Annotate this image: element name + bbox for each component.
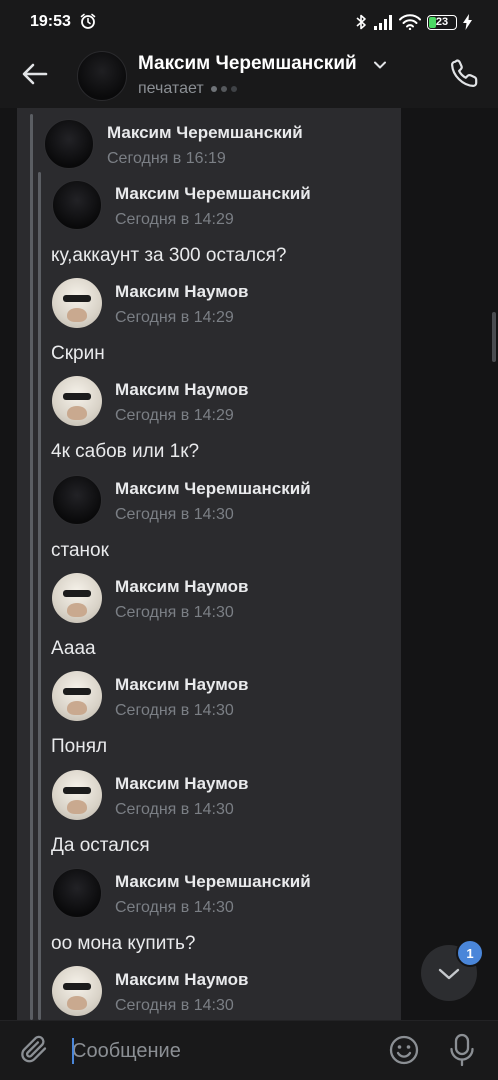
chevron-down-icon[interactable] <box>372 59 388 71</box>
nested-forward-indicator-line <box>38 172 41 1020</box>
status-time: 19:53 <box>30 13 71 30</box>
message-text: станок <box>51 540 109 561</box>
message-text: Понял <box>51 736 108 757</box>
battery-level: 23 <box>435 16 449 28</box>
status-bar: 19:53 23 <box>0 0 498 44</box>
battery-icon: 23 <box>427 14 457 30</box>
message-author[interactable]: Максим Черемшанский <box>115 184 311 204</box>
message-time: Сегодня в 14:30 <box>115 899 234 916</box>
scroll-indicator[interactable] <box>492 312 496 362</box>
chat-avatar[interactable] <box>77 51 127 101</box>
call-button[interactable] <box>448 56 482 90</box>
back-arrow-icon <box>22 63 48 85</box>
avatar[interactable] <box>52 573 102 623</box>
avatar[interactable] <box>52 475 102 525</box>
signal-icon <box>373 14 393 30</box>
avatar[interactable] <box>52 180 102 230</box>
forward-author[interactable]: Максим Черемшанский <box>107 123 303 143</box>
message-time: Сегодня в 14:30 <box>115 604 234 621</box>
status-icons: 23 <box>355 12 472 32</box>
typing-dots <box>210 86 237 92</box>
message-time: Сегодня в 14:29 <box>115 309 234 326</box>
message-author[interactable]: Максим Наумов <box>115 282 248 302</box>
avatar[interactable] <box>52 376 102 426</box>
emoji-button[interactable] <box>388 1034 420 1066</box>
alarm-icon <box>79 12 97 30</box>
avatar[interactable] <box>44 119 94 169</box>
back-button[interactable] <box>18 58 54 90</box>
message-author[interactable]: Максим Черемшанский <box>115 479 311 499</box>
charging-icon <box>463 14 472 30</box>
attach-button[interactable] <box>18 1032 52 1068</box>
message-text: Аааа <box>51 638 96 659</box>
avatar[interactable] <box>52 770 102 820</box>
message-author[interactable]: Максим Наумов <box>115 675 248 695</box>
typing-status: печатает <box>138 80 237 98</box>
message-input[interactable] <box>72 1036 372 1066</box>
message-text: ку,аккаунт за 300 остался? <box>51 245 287 266</box>
avatar[interactable] <box>52 868 102 918</box>
message-author[interactable]: Максим Наумов <box>115 774 248 794</box>
emoji-icon <box>389 1035 419 1065</box>
avatar[interactable] <box>52 278 102 328</box>
message-text: Да остался <box>51 835 150 856</box>
phone-icon <box>451 59 478 87</box>
microphone-icon <box>450 1033 474 1067</box>
typing-label: печатает <box>138 80 204 97</box>
message-author[interactable]: Максим Наумов <box>115 380 248 400</box>
message-time: Сегодня в 14:30 <box>115 506 234 523</box>
message-time: Сегодня в 14:30 <box>115 997 234 1014</box>
text-cursor <box>72 1038 74 1064</box>
message-author[interactable]: Максим Черемшанский <box>115 872 311 892</box>
avatar[interactable] <box>52 671 102 721</box>
message-time: Сегодня в 14:30 <box>115 702 234 719</box>
unread-badge[interactable]: 1 <box>456 939 484 967</box>
voice-message-button[interactable] <box>448 1032 476 1068</box>
message-text: 4к сабов или 1к? <box>51 441 200 462</box>
paperclip-icon <box>21 1035 47 1063</box>
avatar[interactable] <box>52 966 102 1016</box>
chat-title[interactable]: Максим Черемшанский <box>138 53 357 75</box>
wifi-icon <box>399 14 421 30</box>
forward-time: Сегодня в 16:19 <box>107 150 226 167</box>
bluetooth-icon <box>355 13 367 31</box>
message-text: Скрин <box>51 343 105 364</box>
message-text: оо мона купить? <box>51 933 196 954</box>
message-author[interactable]: Максим Наумов <box>115 970 248 990</box>
message-time: Сегодня в 14:29 <box>115 211 234 228</box>
message-time: Сегодня в 14:30 <box>115 801 234 818</box>
message-author[interactable]: Максим Наумов <box>115 577 248 597</box>
forward-indicator-line <box>30 114 33 1020</box>
message-time: Сегодня в 14:29 <box>115 407 234 424</box>
